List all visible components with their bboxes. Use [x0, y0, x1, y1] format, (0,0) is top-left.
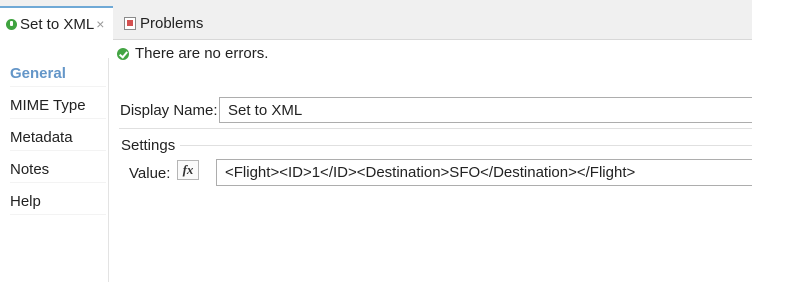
sidebar-item-metadata[interactable]: Metadata [10, 129, 106, 151]
info-icon [6, 18, 17, 30]
sidebar-item-notes[interactable]: Notes [10, 161, 106, 183]
value-input[interactable] [216, 159, 752, 186]
display-name-label: Display Name: [120, 102, 218, 119]
tab-set-to-xml[interactable]: Set to XML × [0, 6, 113, 40]
check-icon [117, 47, 129, 60]
close-icon[interactable]: × [96, 16, 104, 32]
sidebar-divider [108, 58, 109, 282]
settings-heading: Settings [121, 137, 176, 154]
expression-builder-button[interactable]: fx [177, 160, 199, 180]
tab-problems[interactable]: Problems [122, 6, 203, 40]
sidebar: General MIME Type Metadata Notes Help [0, 40, 109, 282]
tab-label: Set to XML [20, 15, 95, 33]
divider [119, 128, 752, 129]
sidebar-item-general[interactable]: General [10, 65, 106, 87]
status-text: There are no errors. [135, 45, 269, 62]
value-label: Value: [129, 165, 171, 182]
settings-divider [180, 145, 752, 146]
display-name-input[interactable] [219, 97, 752, 123]
problems-icon [124, 16, 136, 30]
tab-label: Problems [140, 14, 204, 32]
editor-tab-bar: Set to XML × Problems [0, 0, 752, 40]
status-message: There are no errors. [117, 45, 268, 62]
sidebar-item-mime-type[interactable]: MIME Type [10, 97, 106, 119]
sidebar-item-help[interactable]: Help [10, 193, 106, 215]
